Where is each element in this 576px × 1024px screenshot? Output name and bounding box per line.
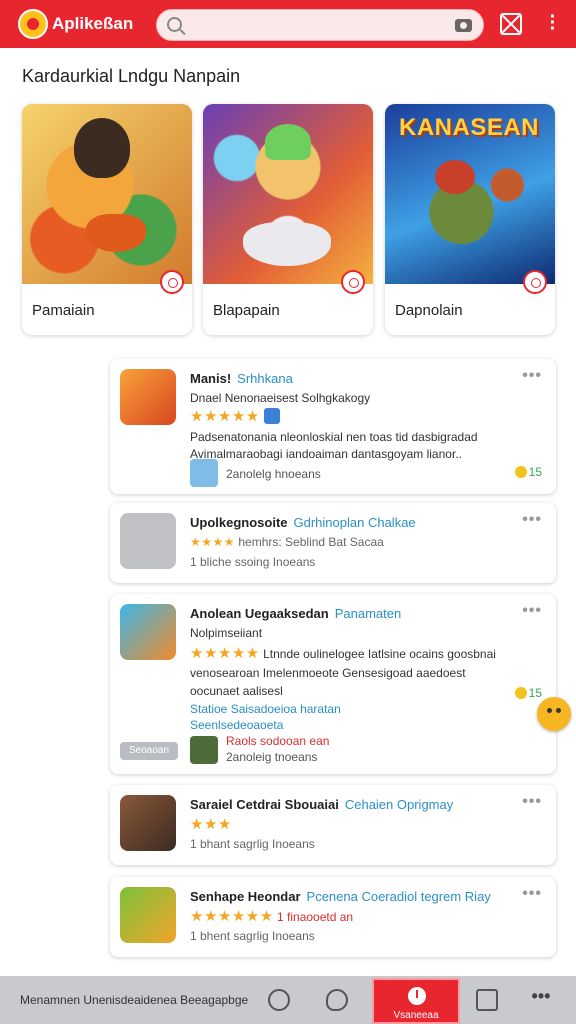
- app-name: Manis! Srhhkana: [190, 371, 293, 386]
- app-list-item[interactable]: Manis! Srhhkana ••• Dnael Nenonaeisest So…: [110, 359, 556, 494]
- app-list-item[interactable]: Senhape Heondar Pcenena Coeradiol tegrem …: [110, 877, 556, 957]
- app-meta: 2anoleig tnoeans: [226, 750, 318, 764]
- share-icon[interactable]: [476, 989, 498, 1011]
- bottom-navigation: Menamnen Unenisdeaidenea Beeagapbge •••: [0, 976, 576, 1024]
- app-rating: ★★★★★: [190, 407, 280, 425]
- app-icon: [120, 887, 176, 943]
- search-chat-icon[interactable]: [268, 989, 290, 1011]
- app-description: Avimalmaraobagi iandoaiman dantasgoyam l…: [190, 447, 462, 461]
- section-title: Kardaurkial Lndgu Nanpain: [22, 66, 241, 86]
- featured-badge-icon[interactable]: [341, 270, 365, 294]
- app-subtitle: Dnael Nenonaeisest Solhgkakogy: [190, 391, 371, 405]
- more-horizontal-icon[interactable]: •••: [522, 793, 542, 811]
- app-title: Aplikeßan: [52, 14, 134, 33]
- search-icon: [167, 17, 182, 32]
- star-rating: ★★★★: [190, 535, 236, 549]
- app-subtitle: Nolpimseiiant: [190, 626, 263, 640]
- bottom-nav-active-tab[interactable]: Vsaneeaa: [372, 978, 460, 1024]
- more-horizontal-icon[interactable]: •••: [530, 987, 552, 1011]
- app-name: Saraiel Cetdrai Sbouaiai Cehaien Oprigmay: [190, 797, 454, 812]
- gamepad-icon: [86, 214, 146, 252]
- more-horizontal-icon[interactable]: •••: [522, 367, 542, 385]
- camera-icon[interactable]: [455, 19, 472, 32]
- rating-extra: 1 finaooetd an: [277, 910, 354, 924]
- app-developer: Gdrhinoplan Chalkae: [293, 515, 416, 530]
- floating-action-button[interactable]: [537, 697, 571, 731]
- app-list-item[interactable]: Upolkegnosoite Gdrhinoplan Chalkae ••• ★★…: [110, 503, 556, 583]
- clock-icon: [408, 987, 426, 1005]
- app-developer: Cehaien Oprigmay: [344, 797, 454, 812]
- featured-label: Blapapain: [213, 302, 280, 319]
- badge-icon: [263, 408, 280, 424]
- star-rating: ★★★: [190, 816, 232, 833]
- more-horizontal-icon[interactable]: •••: [522, 511, 542, 529]
- featured-label: Pamaiain: [32, 302, 95, 319]
- app-list-item[interactable]: Anolean Uegaaksedan Panamaten ••• Nolpims…: [110, 594, 556, 774]
- reaction-count[interactable]: 15: [515, 686, 542, 700]
- search-bar[interactable]: [156, 9, 484, 41]
- gamepad-icon: [243, 222, 331, 266]
- app-name: Anolean Uegaaksedan Panamaten: [190, 606, 402, 621]
- app-developer: Pcenena Coeradiol tegrem Riay: [306, 889, 491, 904]
- app-subtitle: hemhrs: Seblind Bat Sacaa: [238, 535, 384, 549]
- top-app-bar: Aplikeßan · · ·: [0, 0, 576, 48]
- app-developer: Panamaten: [334, 606, 402, 621]
- star-rating: ★★★★★: [190, 645, 260, 662]
- featured-card-3[interactable]: KANASEAN Dapnolain: [385, 104, 555, 335]
- app-highlight[interactable]: Seenlsedeoaoeta: [190, 718, 283, 732]
- app-icon: [120, 513, 176, 569]
- app-rating: ★★★★★★ 1 finaooetd an: [190, 907, 353, 925]
- author-avatar: [190, 736, 218, 764]
- author-avatar: [190, 459, 218, 487]
- app-meta: 1 bhent sagrlig Inoeans: [190, 929, 315, 943]
- app-meta: 1 bliche ssoing Inoeans: [190, 555, 316, 569]
- featured-image-3: KANASEAN: [385, 104, 555, 284]
- chat-bubble-icon[interactable]: [326, 989, 348, 1011]
- scan-icon[interactable]: [500, 13, 522, 35]
- star-rating: ★★★★★★: [190, 908, 274, 925]
- app-meta: 2anolelg hnoeans: [226, 467, 321, 481]
- app-rating: ★★★★★ Ltnnde oulinelogee Iatlsine ocains…: [190, 644, 496, 662]
- more-horizontal-icon[interactable]: •••: [522, 885, 542, 903]
- app-name: Senhape Heondar Pcenena Coeradiol tegrem …: [190, 889, 491, 904]
- app-description: Padsenatonania nleonloskial nen toas tid…: [190, 430, 478, 444]
- app-description: oocunaet aalisesl: [190, 684, 283, 698]
- app-list-item[interactable]: Saraiel Cetdrai Sbouaiai Cehaien Oprigmay…: [110, 785, 556, 865]
- featured-label: Dapnolain: [395, 302, 463, 319]
- more-horizontal-icon[interactable]: •••: [522, 602, 542, 620]
- character-head-shape: [435, 160, 475, 194]
- bottom-nav-active-label: Vsaneeaa: [393, 1010, 439, 1021]
- featured-badge-icon[interactable]: [523, 270, 547, 294]
- app-mini-title: Raols sodooan ean: [226, 734, 330, 748]
- featured-image-1: [22, 104, 192, 284]
- star-rating: ★★★★★: [190, 408, 260, 425]
- app-developer: Srhhkana: [237, 371, 293, 386]
- app-rating: ★★★: [190, 815, 232, 833]
- app-meta: 1 bhant sagrlig Inoeans: [190, 837, 315, 851]
- app-icon: [120, 369, 176, 425]
- featured-image-2: [203, 104, 373, 284]
- app-name: Upolkegnosoite Gdrhinoplan Chalkae: [190, 515, 416, 530]
- app-rating: ★★★★ hemhrs: Seblind Bat Sacaa: [190, 535, 384, 549]
- reaction-count[interactable]: 15: [515, 465, 542, 479]
- app-description: venosearoan Imelenmoeote Gensesigoad aae…: [190, 666, 466, 680]
- more-vertical-icon[interactable]: · · ·: [546, 7, 560, 39]
- app-icon: [120, 604, 176, 660]
- category-tag[interactable]: Seoaoan: [120, 742, 178, 760]
- featured-badge-icon[interactable]: [160, 270, 184, 294]
- app-logo-icon[interactable]: [18, 9, 48, 39]
- featured-image-title: KANASEAN: [399, 114, 540, 141]
- app-icon: [120, 795, 176, 851]
- app-highlight[interactable]: Statioe Saisadoeioa haratan: [190, 702, 341, 716]
- bottom-nav-text[interactable]: Menamnen Unenisdeaidenea Beeagapbge: [20, 993, 248, 1007]
- featured-card-1[interactable]: Pamaiain: [22, 104, 192, 335]
- app-description: Ltnnde oulinelogee Iatlsine ocains goosb…: [263, 647, 496, 661]
- featured-card-2[interactable]: Blapapain: [203, 104, 373, 335]
- character-hair-shape: [265, 124, 311, 160]
- character-hair-shape: [74, 118, 130, 178]
